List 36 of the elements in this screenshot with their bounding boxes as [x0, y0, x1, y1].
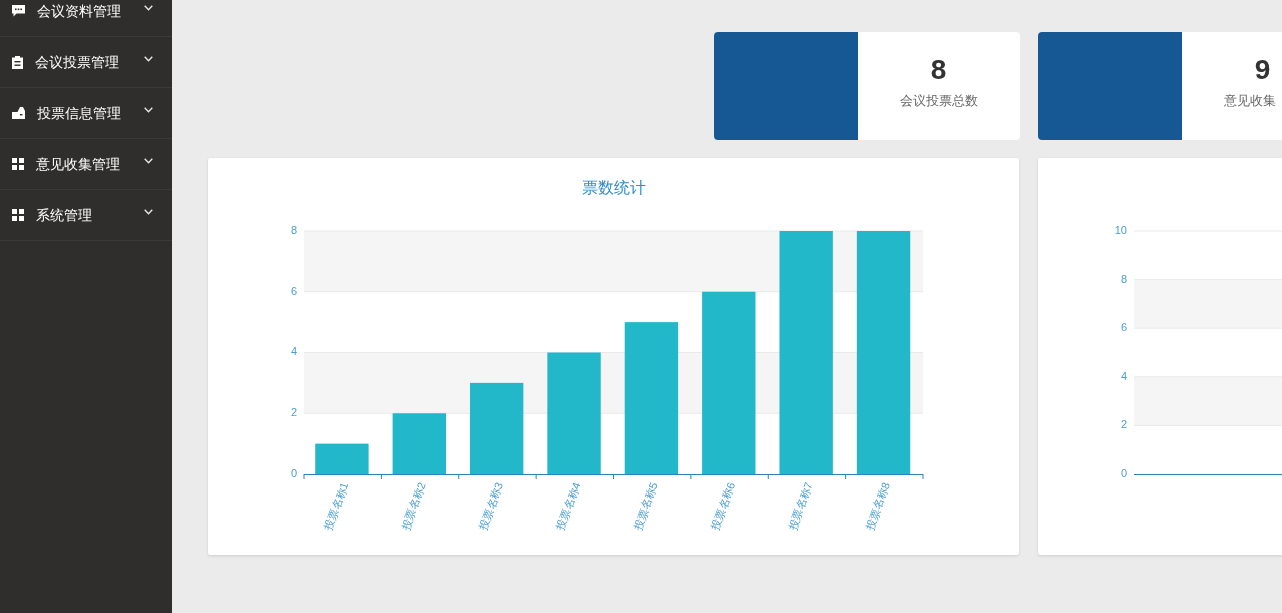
- grid-icon: [12, 158, 24, 170]
- axis-label: 投票名称4: [554, 480, 583, 532]
- grid-icon: [12, 209, 24, 221]
- sidebar-item[interactable]: 意见收集管理: [0, 139, 172, 190]
- axis-label: 4: [1120, 369, 1127, 382]
- axis-label: 4: [290, 345, 297, 358]
- bar: [315, 443, 369, 474]
- axis-label: 投票名称2: [399, 480, 428, 532]
- sidebar-item[interactable]: 系统管理: [0, 190, 172, 241]
- axis-label: 2: [1120, 418, 1127, 431]
- sidebar-item[interactable]: 会议资料管理: [0, 0, 172, 37]
- axis-label: 0: [290, 466, 297, 479]
- axis-label: 0: [1120, 466, 1127, 479]
- axis-label: 投票名称7: [786, 480, 815, 532]
- axis-label: 投票名称8: [863, 480, 892, 532]
- axis-label: 投票名称6: [708, 480, 738, 532]
- bar: [392, 413, 446, 474]
- stat-value: 8: [930, 53, 947, 87]
- axis-label: 2: [290, 406, 297, 419]
- axis-label: 10: [1114, 223, 1127, 236]
- axis-label: 投票名称5: [631, 480, 660, 532]
- sidebar-item[interactable]: 会议投票管理: [0, 37, 172, 88]
- axis-label: 投票名称1: [321, 480, 351, 532]
- axis-label: 6: [290, 284, 297, 297]
- box-icon: [12, 107, 25, 119]
- clipboard-icon: [12, 55, 23, 69]
- chart-title: 票数统计: [581, 178, 646, 198]
- axis-label: 6: [1120, 321, 1127, 334]
- sidebar-item[interactable]: 投票信息管理: [0, 88, 172, 139]
- chat-bubble-icon: [12, 5, 25, 17]
- stat-value: 9: [1254, 53, 1271, 87]
- stat-label: 意见收集: [1223, 92, 1276, 110]
- axis-label: 投票名称3: [476, 480, 506, 532]
- axis-label: 8: [1120, 272, 1127, 285]
- stat-label: 会议投票总数: [899, 92, 978, 110]
- axis-label: 8: [290, 223, 297, 236]
